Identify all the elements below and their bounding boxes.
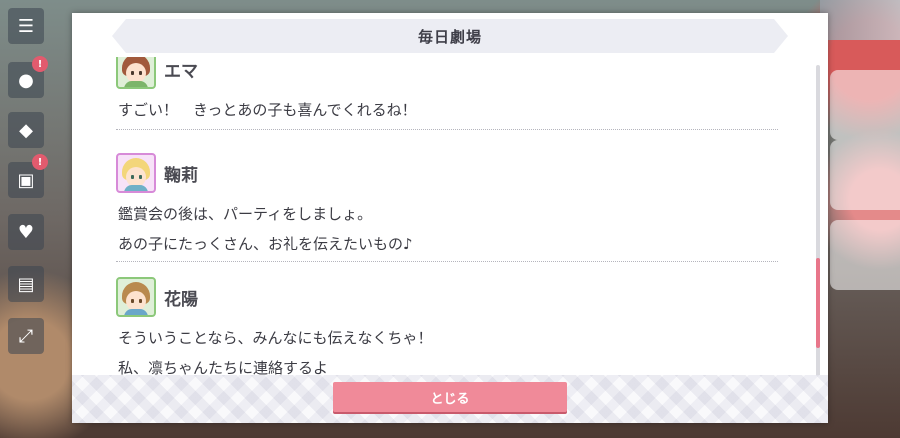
dialogue-entry: 花陽 そういうことなら、みんなにも伝えなくちゃ！ 私、凛ちゃんたちに連絡するよ — [116, 275, 780, 379]
speaker-row: エマ — [116, 57, 780, 91]
close-button[interactable]: とじる — [333, 382, 567, 412]
dialogue-line: そういうことなら、みんなにも伝えなくちゃ！ — [118, 329, 433, 347]
speaker-row: 花陽 — [116, 275, 780, 319]
status-area — [820, 0, 900, 40]
dialogue-line: あの子にたっくさん、お礼を伝えたいもの♪ — [118, 235, 413, 253]
notification-badge-icon: ! — [32, 154, 48, 170]
dialog-title: 毎日劇場 — [417, 27, 482, 46]
dialog-header: 毎日劇場 — [112, 19, 788, 53]
heart-icon[interactable]: ♥ — [8, 214, 44, 250]
scrollbar[interactable] — [816, 65, 820, 379]
hanayo-avatar-icon — [116, 277, 156, 317]
divider — [116, 129, 778, 130]
dialogue-entry: エマ すごい！ きっとあの子も喜んでくれるね！ — [116, 57, 780, 130]
emma-avatar-icon — [116, 57, 156, 89]
mari-avatar-icon — [116, 153, 156, 193]
scrollbar-thumb[interactable] — [816, 257, 820, 348]
dialogue-entry: 鞠莉 鑑賞会の後は、パーティをしましょ。 あの子にたっくさん、お礼を伝えたいもの… — [116, 151, 780, 262]
right-menu-button[interactable] — [830, 70, 900, 140]
dialogue-line: すごい！ きっとあの子も喜んでくれるね！ — [118, 101, 417, 119]
speaker-name: エマ — [164, 61, 198, 82]
dialogue-log[interactable]: エマ すごい！ きっとあの子も喜んでくれるね！ 鞠莉 鑑賞会の後は、パーティをし… — [116, 57, 780, 379]
speaker-row: 鞠莉 — [116, 151, 780, 195]
dialogue-line: 鑑賞会の後は、パーティをしましょ。 — [118, 205, 373, 223]
speaker-name: 鞠莉 — [164, 165, 198, 186]
event-icon[interactable]: ◆ — [8, 112, 44, 148]
right-menu-button[interactable] — [830, 140, 900, 210]
menu-icon[interactable]: ☰ — [8, 8, 44, 44]
right-menu-button[interactable] — [830, 220, 900, 290]
notification-badge-icon: ! — [32, 56, 48, 72]
fullscreen-icon[interactable]: ⤢ — [8, 318, 44, 354]
speaker-name: 花陽 — [164, 289, 198, 310]
daily-theater-dialog: 毎日劇場 エマ すごい！ きっとあの子も喜んでくれるね！ 鞠莉 鑑賞会の後は、パ… — [72, 13, 828, 423]
shop-icon[interactable]: ▤ — [8, 266, 44, 302]
divider — [116, 261, 778, 262]
